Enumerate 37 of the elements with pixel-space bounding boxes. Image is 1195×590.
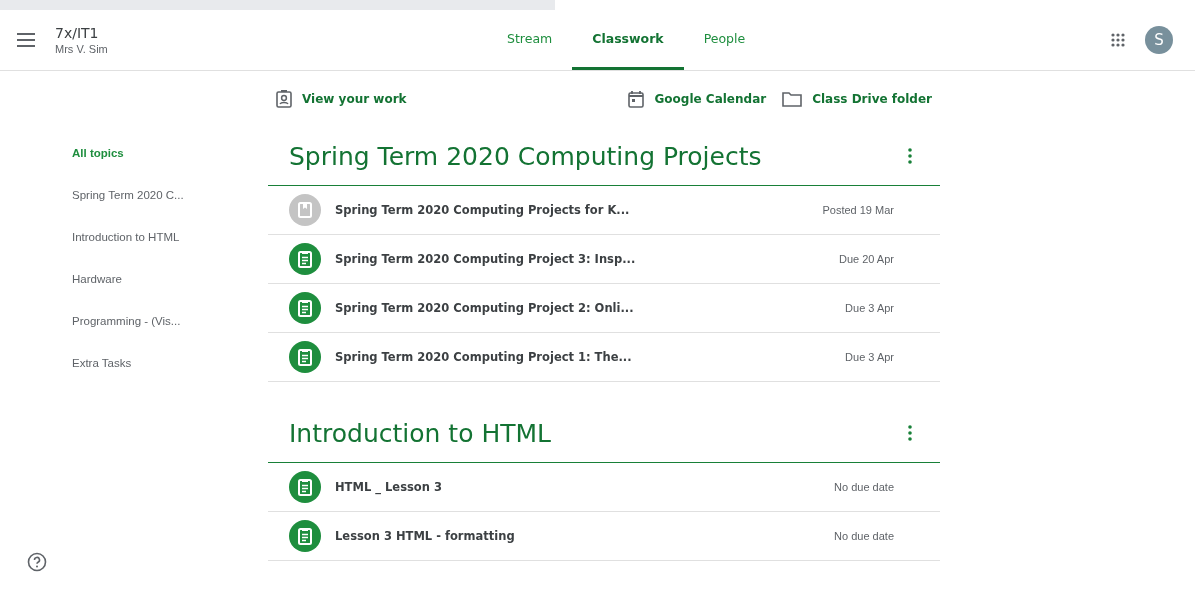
classwork-item[interactable]: Spring Term 2020 Computing Project 1: The... Due 3 Apr <box>268 333 940 382</box>
assignment-icon <box>289 471 321 503</box>
nav-tab[interactable]: Stream <box>487 10 573 70</box>
help-icon[interactable] <box>27 552 47 572</box>
topic-link[interactable]: Spring Term 2020 C... <box>72 189 268 231</box>
topic-heading: Spring Term 2020 Computing Projects <box>289 141 762 171</box>
google-calendar-link[interactable]: Google Calendar <box>628 90 767 108</box>
more-options-icon[interactable] <box>908 425 912 441</box>
classwork-item[interactable]: Lesson 3 HTML - formatting No due date <box>268 512 940 561</box>
calendar-icon <box>628 90 645 108</box>
classwork-item[interactable]: Spring Term 2020 Computing Projects for K... Posted 19 Mar <box>268 186 940 235</box>
person-badge-icon <box>276 90 292 108</box>
menu-icon[interactable] <box>17 33 35 47</box>
assignment-icon <box>289 243 321 275</box>
topic-link[interactable]: Extra Tasks <box>72 357 268 399</box>
view-your-work-link[interactable]: View your work <box>276 90 407 108</box>
topic-heading: Introduction to HTML <box>289 418 551 448</box>
assignment-icon <box>289 520 321 552</box>
material-icon <box>289 194 321 226</box>
topic-link[interactable]: All topics <box>72 147 268 189</box>
folder-icon <box>782 91 803 107</box>
class-drive-folder-link[interactable]: Class Drive folder <box>782 90 932 108</box>
topic-link[interactable]: Hardware <box>72 273 268 315</box>
nav-tab[interactable]: Classwork <box>572 10 684 70</box>
teacher-name: Mrs V. Sim <box>55 43 108 55</box>
topic-link[interactable]: Programming - (Vis... <box>72 315 268 357</box>
classwork-item[interactable]: Spring Term 2020 Computing Project 3: Insp... Due 20 Apr <box>268 235 940 284</box>
topic-link[interactable]: Introduction to HTML <box>72 231 268 273</box>
assignment-icon <box>289 292 321 324</box>
more-options-icon[interactable] <box>908 148 912 164</box>
classwork-item[interactable]: Spring Term 2020 Computing Project 2: Onli... Due 3 Apr <box>268 284 940 333</box>
nav-tab[interactable]: People <box>683 10 766 70</box>
classwork-item[interactable]: HTML _ Lesson 3 No due date <box>268 463 940 512</box>
class-name: 7x/IT1 <box>55 25 100 41</box>
apps-grid-icon[interactable] <box>1111 33 1125 47</box>
assignment-icon <box>289 341 321 373</box>
user-avatar[interactable]: S <box>1145 26 1173 54</box>
